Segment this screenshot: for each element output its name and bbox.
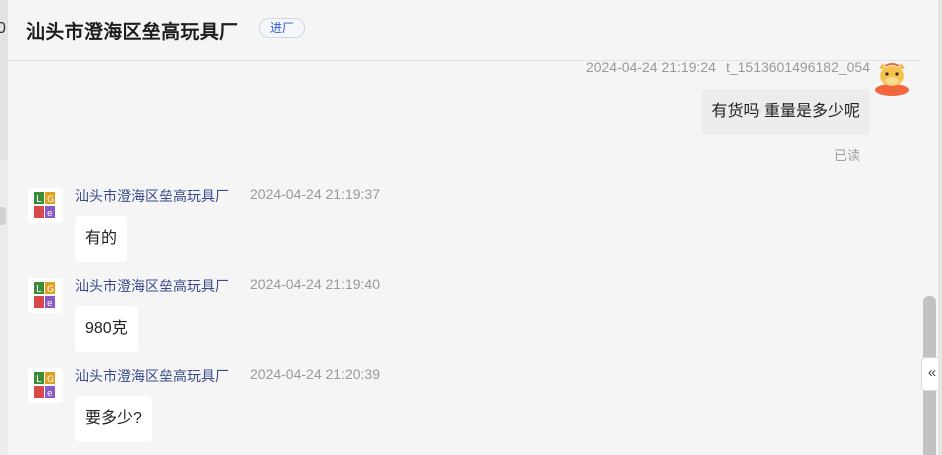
- svg-text:L: L: [36, 284, 42, 295]
- svg-text:e: e: [47, 209, 53, 219]
- message-time: 2024-04-24 21:19:40: [250, 276, 380, 292]
- svg-text:G: G: [47, 285, 54, 295]
- right-window-edge: [938, 0, 942, 455]
- incoming-message: L G e 汕头市澄海区垒高玩具厂 2024-04-24 21:19:40 98…: [28, 276, 628, 366]
- self-username: t_1513601496182_054: [725, 59, 870, 75]
- sender-name[interactable]: 汕头市澄海区垒高玩具厂: [75, 186, 229, 206]
- incoming-message-bubble[interactable]: 980克: [75, 306, 138, 352]
- svg-text:G: G: [47, 375, 54, 385]
- svg-text:L: L: [36, 194, 42, 205]
- svg-text:e: e: [47, 299, 53, 309]
- incoming-message-bubble[interactable]: 有的: [75, 216, 128, 262]
- message-time: 2024-04-24 21:20:39: [250, 366, 380, 382]
- incoming-message: L G e 汕头市澄海区垒高玩具厂 2024-04-24 21:20:39 要多…: [28, 366, 628, 455]
- chat-header: 汕头市澄海区垒高玩具厂 进厂: [8, 0, 938, 61]
- incoming-message: L G e 汕头市澄海区垒高玩具厂 2024-04-24 21:19:37 有的: [28, 186, 628, 276]
- background-edge-text: 0: [0, 20, 6, 37]
- self-message-bubble[interactable]: 有货吗 重量是多少呢: [701, 89, 870, 135]
- message-time: 2024-04-24 21:19:37: [250, 186, 380, 202]
- svg-text:G: G: [47, 195, 54, 205]
- factory-logo-avatar[interactable]: L G e: [28, 368, 63, 403]
- self-message-meta: 2024-04-24 21:19:24 t_1513601496182_054: [586, 59, 870, 75]
- read-status: 已读: [833, 148, 860, 163]
- factory-logo-avatar[interactable]: L G e: [28, 188, 63, 223]
- background-window-edge: 0: [0, 0, 8, 160]
- chat-panel: 汕头市澄海区垒高玩具厂 进厂 2024-04-24 21:19:24 t_1513…: [8, 0, 938, 455]
- sender-name[interactable]: 汕头市澄海区垒高玩具厂: [75, 366, 229, 386]
- cartoon-cow-avatar-icon[interactable]: [873, 60, 911, 96]
- left-drag-handle[interactable]: [0, 207, 6, 225]
- factory-logo-avatar[interactable]: L G e: [28, 278, 63, 313]
- background-window-edge-lower: [0, 160, 8, 455]
- incoming-message-bubble[interactable]: 要多少?: [75, 396, 152, 442]
- contact-name-title[interactable]: 汕头市澄海区垒高玩具厂: [26, 17, 238, 44]
- svg-text:e: e: [47, 389, 53, 399]
- sender-name[interactable]: 汕头市澄海区垒高玩具厂: [75, 276, 229, 296]
- svg-text:L: L: [36, 374, 42, 385]
- self-message-time: 2024-04-24 21:19:24: [585, 59, 716, 75]
- enter-factory-badge[interactable]: 进厂: [259, 18, 306, 38]
